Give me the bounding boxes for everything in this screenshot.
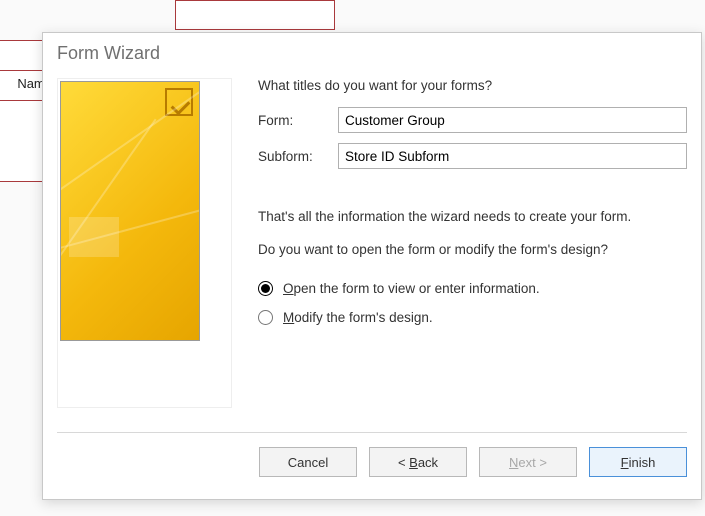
subform-title-input[interactable] <box>338 143 687 169</box>
background-header-cell <box>175 0 335 30</box>
form-wizard-dialog: Form Wizard What titles do you want for … <box>42 32 702 500</box>
title-question: What titles do you want for your forms? <box>258 78 687 93</box>
subform-title-label: Subform: <box>258 149 338 164</box>
option-open-form[interactable]: Open the form to view or enter informati… <box>258 281 687 296</box>
option-modify-label: Modify the form's design. <box>283 310 433 325</box>
option-modify-design[interactable]: Modify the form's design. <box>258 310 687 325</box>
next-button: Next > <box>479 447 577 477</box>
option-open-radio[interactable] <box>258 281 273 296</box>
preview-panel <box>57 78 232 408</box>
wizard-info-complete: That's all the information the wizard ne… <box>258 209 687 224</box>
form-title-label: Form: <box>258 113 338 128</box>
dialog-title: Form Wizard <box>43 33 701 72</box>
wizard-decorative-image <box>60 81 200 341</box>
wizard-info-question: Do you want to open the form or modify t… <box>258 242 687 257</box>
finish-button[interactable]: Finish <box>589 447 687 477</box>
form-title-input[interactable] <box>338 107 687 133</box>
option-modify-radio[interactable] <box>258 310 273 325</box>
option-open-label: Open the form to view or enter informati… <box>283 281 540 296</box>
cancel-button[interactable]: Cancel <box>259 447 357 477</box>
form-area: What titles do you want for your forms? … <box>232 78 687 432</box>
back-button[interactable]: < Back <box>369 447 467 477</box>
button-bar: Cancel < Back Next > Finish <box>43 433 701 477</box>
